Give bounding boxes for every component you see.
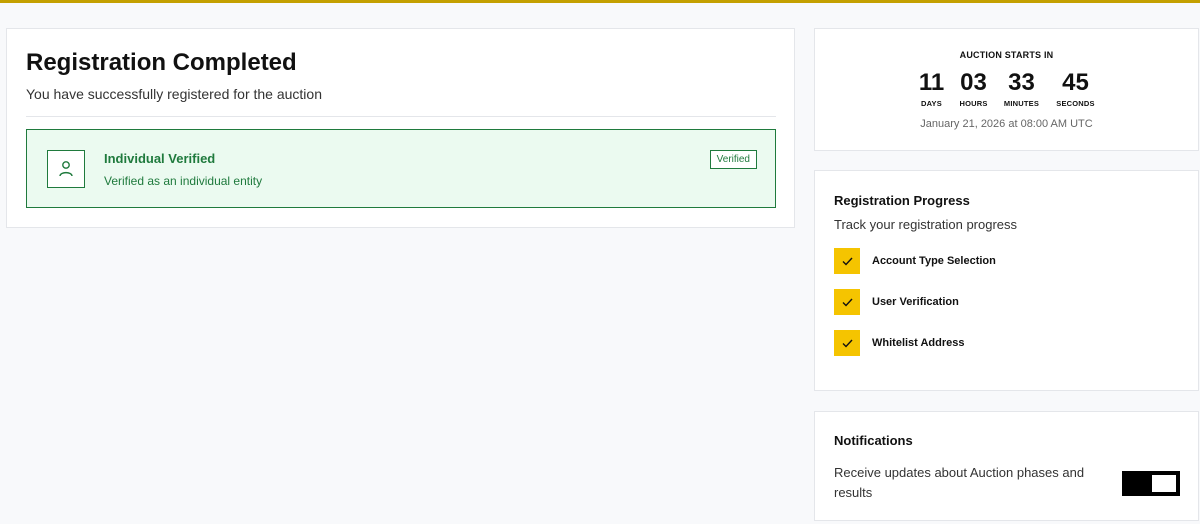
notifications-description: Receive updates about Auction phases and… [834, 465, 1085, 500]
top-accent-bar [0, 0, 1200, 3]
checkmark-icon [834, 289, 860, 315]
countdown-label: AUCTION STARTS IN [959, 50, 1054, 60]
divider [26, 116, 776, 117]
progress-step-label: Account Type Selection [872, 255, 996, 267]
checkmark-icon [834, 330, 860, 356]
progress-step-user-verification: User Verification [834, 289, 959, 315]
registration-card: Registration Completed You have successf… [6, 28, 795, 228]
notifications-toggle[interactable] [1122, 471, 1180, 496]
countdown-minutes-label: MINUTES [1003, 99, 1040, 108]
countdown-card: AUCTION STARTS IN 11 DAYS 03 HOURS 33 MI… [814, 28, 1199, 151]
verification-description: Verified as an individual entity [104, 174, 263, 188]
page-title: Registration Completed [26, 49, 297, 76]
countdown-hours-value: 03 [960, 69, 987, 96]
verified-badge: Verified [709, 150, 757, 169]
countdown-minutes: 33 MINUTES [999, 69, 1045, 108]
countdown-seconds-value: 45 [1062, 69, 1089, 96]
checkmark-icon [834, 248, 860, 274]
countdown-seconds: 45 SECONDS [1053, 69, 1099, 108]
verification-status-box: Individual Verified Verified as an indiv… [26, 129, 776, 208]
page-subtitle: You have successfully registered for the… [26, 86, 322, 102]
countdown-days: 11 DAYS [915, 69, 949, 108]
notifications-title: Notifications [834, 433, 913, 448]
countdown-minutes-value: 33 [1008, 69, 1035, 96]
progress-subtitle: Track your registration progress [834, 217, 1018, 232]
toggle-knob [1152, 475, 1176, 492]
progress-title: Registration Progress [834, 193, 970, 208]
progress-step-account-type: Account Type Selection [834, 248, 996, 274]
progress-step-whitelist-address: Whitelist Address [834, 330, 965, 356]
auction-start-date: January 21, 2026 at 08:00 AM UTC [920, 118, 1093, 130]
registration-progress-card: Registration Progress Track your registr… [814, 170, 1199, 391]
countdown-seconds-label: SECONDS [1056, 99, 1095, 108]
countdown-hours-label: HOURS [959, 99, 988, 108]
countdown-days-label: DAYS [921, 99, 942, 108]
countdown-hours: 03 HOURS [957, 69, 991, 108]
progress-step-label: Whitelist Address [872, 337, 965, 349]
countdown-days-value: 11 [918, 69, 945, 96]
countdown-timer: 11 DAYS 03 HOURS 33 MINUTES 45 SECONDS [815, 69, 1198, 108]
progress-step-label: User Verification [872, 296, 959, 308]
verification-title: Individual Verified [104, 151, 216, 166]
user-icon [47, 150, 85, 188]
notifications-card: Notifications Receive updates about Auct… [814, 411, 1199, 521]
